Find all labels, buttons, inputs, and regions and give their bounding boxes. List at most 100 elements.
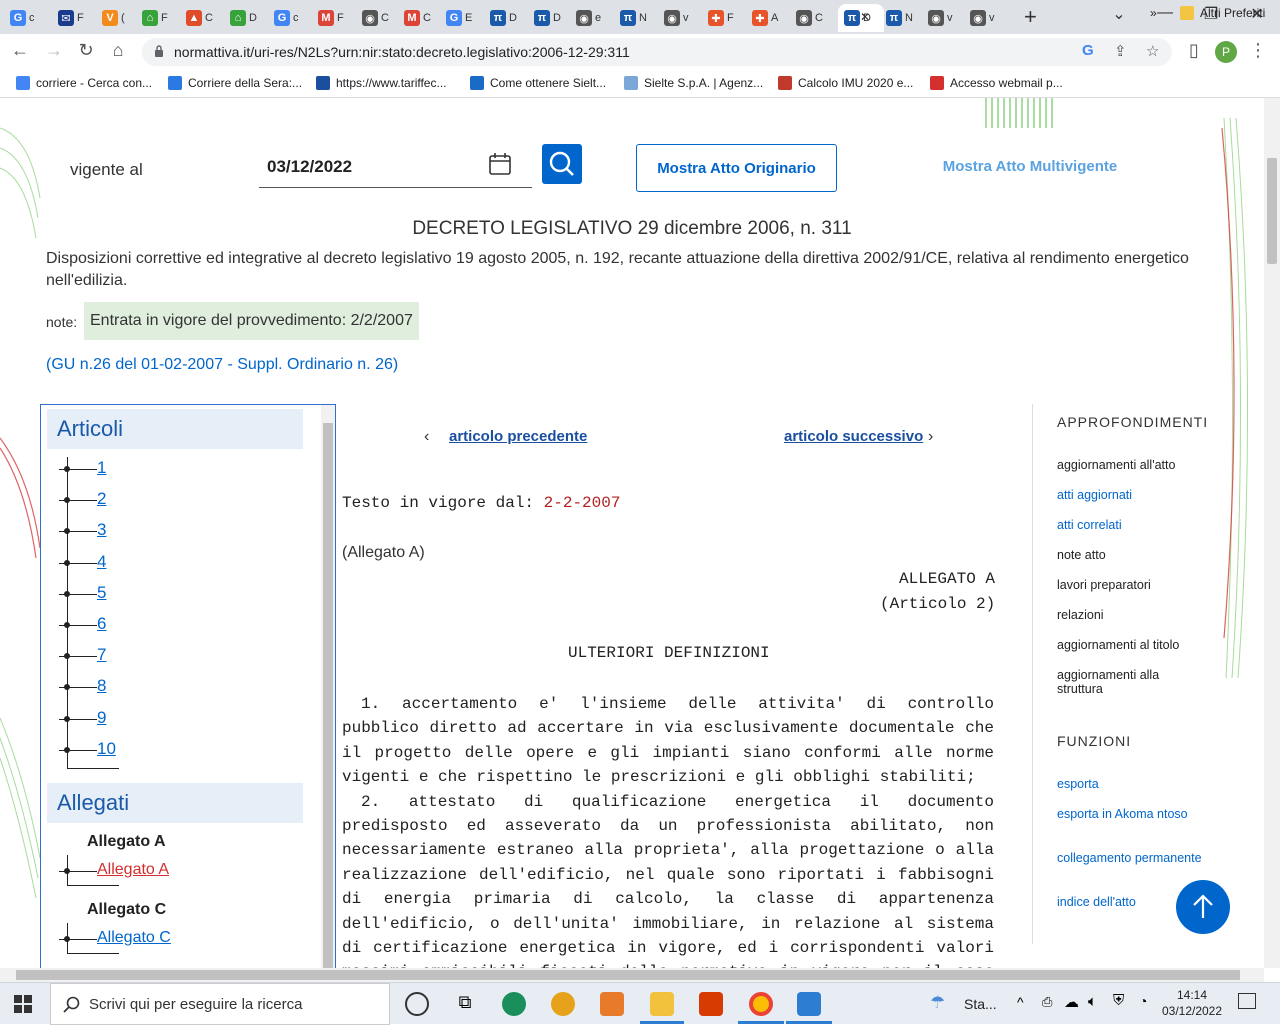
browser-tab[interactable]: ✚ A <box>746 4 780 32</box>
gazzetta-ufficiale-link[interactable]: (GU n.26 del 01-02-2007 - Suppl. Ordinar… <box>46 356 398 374</box>
approfondimenti-link[interactable]: atti correlati <box>1057 518 1207 532</box>
profile-avatar[interactable]: P <box>1215 41 1237 63</box>
bookmark-item[interactable]: Come ottenere Sielt... <box>470 76 606 90</box>
office-icon[interactable] <box>699 992 723 1016</box>
article-link[interactable]: 3 <box>97 520 106 540</box>
bookmark-item[interactable]: Calcolo IMU 2020 e... <box>778 76 913 90</box>
page-horizontal-scrollbar[interactable] <box>0 968 1264 982</box>
browser-tab[interactable]: ▲ C <box>180 4 214 32</box>
panel-scrollbar-thumb[interactable] <box>323 423 333 968</box>
media-player-icon[interactable] <box>600 992 624 1016</box>
scroll-to-top-button[interactable] <box>1176 880 1230 934</box>
browser-tab[interactable]: MF <box>312 4 346 32</box>
browser-tab[interactable]: MC <box>398 4 432 32</box>
browser-tab[interactable]: ◉ e <box>570 4 604 32</box>
approfondimenti-link[interactable]: aggiornamenti alla struttura <box>1057 668 1207 696</box>
date-input[interactable]: 03/12/2022 <box>259 146 532 188</box>
task-view-icon[interactable]: ⧉ <box>453 992 477 1016</box>
chevron-left-icon[interactable]: ‹ <box>424 428 429 446</box>
address-bar[interactable]: normattiva.it/uri-res/N2Ls?urn:nir:stato… <box>142 38 1172 66</box>
approfondimenti-link[interactable]: aggiornamenti all'atto <box>1057 458 1207 472</box>
device-icon[interactable]: ⎙ <box>1042 994 1052 1010</box>
bookmarks-more-button[interactable]: » <box>1150 6 1157 20</box>
date-value[interactable]: 03/12/2022 <box>267 157 352 177</box>
menu-icon[interactable]: ⋮ <box>1246 40 1270 61</box>
browser-tab[interactable]: ⌂ F <box>136 4 170 32</box>
onedrive-icon[interactable]: ☁ <box>1064 993 1079 1011</box>
approfondimenti-link[interactable]: lavori preparatori <box>1057 578 1207 592</box>
taskbar-search-box[interactable]: Scrivi qui per eseguire la ricerca <box>50 983 390 1025</box>
forward-icon[interactable]: → <box>42 40 66 61</box>
browser-tab[interactable]: πD <box>484 4 518 32</box>
browser-tab[interactable]: Gc <box>268 4 302 32</box>
page-vertical-scrollbar[interactable] <box>1264 98 1280 968</box>
search-button[interactable] <box>542 144 582 184</box>
norton-icon[interactable] <box>551 992 575 1016</box>
browser-tab[interactable]: ◉ C <box>790 4 824 32</box>
google-translate-icon[interactable]: G <box>1082 42 1094 59</box>
show-multivigente-act-button[interactable]: Mostra Atto Multivigente <box>920 158 1140 175</box>
show-original-act-button[interactable]: Mostra Atto Originario <box>636 144 837 192</box>
allegato-link[interactable]: Allegato A <box>97 861 169 879</box>
url-text[interactable]: normattiva.it/uri-res/N2Ls?urn:nir:stato… <box>174 44 630 60</box>
chevron-right-icon[interactable]: › <box>928 428 933 446</box>
approfondimenti-link[interactable]: aggiornamenti al titolo <box>1057 638 1207 652</box>
browser-tab[interactable]: ✉ F <box>52 4 86 32</box>
approfondimenti-link[interactable]: atti aggiornati <box>1057 488 1207 502</box>
funzioni-link[interactable]: collegamento permanente <box>1057 851 1207 865</box>
browser-tab[interactable]: GE <box>440 4 474 32</box>
article-link[interactable]: 5 <box>97 583 106 603</box>
browser-tab[interactable]: ⌂ D <box>224 4 258 32</box>
file-explorer-icon[interactable] <box>650 992 674 1016</box>
wifi-icon[interactable]: ◔ <box>1139 993 1147 1009</box>
approfondimenti-link[interactable]: note atto <box>1057 548 1207 562</box>
funzioni-link[interactable]: esporta <box>1057 777 1207 791</box>
browser-tab[interactable]: ◉ v <box>922 4 956 32</box>
weather-icon[interactable]: ☂ <box>930 993 945 1013</box>
tab-search-icon[interactable]: ⌄ <box>1104 4 1134 24</box>
taskbar-search-placeholder[interactable]: Scrivi qui per eseguire la ricerca <box>89 996 302 1013</box>
article-link[interactable]: 7 <box>97 645 106 665</box>
funzioni-link[interactable]: esporta in Akoma ntoso <box>1057 807 1207 821</box>
volume-icon[interactable]: 🔈︎ <box>1088 993 1097 1010</box>
bookmark-item[interactable]: Sielte S.p.A. | Agenz... <box>624 76 763 90</box>
bookmark-star-icon[interactable]: ☆ <box>1146 42 1159 60</box>
home-icon[interactable]: ⌂ <box>106 40 130 61</box>
back-icon[interactable]: ← <box>8 40 32 61</box>
previous-article-link[interactable]: articolo precedente <box>449 428 587 445</box>
article-link[interactable]: 8 <box>97 676 106 696</box>
photos-icon[interactable] <box>797 992 821 1016</box>
edge-icon[interactable] <box>502 992 526 1016</box>
show-hidden-icons[interactable]: ^ <box>1017 994 1024 1010</box>
weather-label[interactable]: Sta... <box>964 996 997 1012</box>
allegato-link[interactable]: Allegato C <box>97 929 171 947</box>
bookmark-item[interactable]: Accesso webmail p... <box>930 76 1063 90</box>
bookmark-item[interactable]: corriere - Cerca con... <box>16 76 152 90</box>
approfondimenti-link[interactable]: relazioni <box>1057 608 1207 622</box>
chrome-icon[interactable] <box>749 992 773 1016</box>
article-link[interactable]: 10 <box>97 739 116 759</box>
article-link[interactable]: 6 <box>97 614 106 634</box>
bookmark-item[interactable]: Corriere della Sera:... <box>168 76 302 90</box>
bookmark-item[interactable]: https://www.tariffec... <box>316 76 446 90</box>
cortana-icon[interactable] <box>405 992 429 1016</box>
security-shield-icon[interactable]: ⛨ <box>1113 992 1124 1009</box>
browser-tab[interactable]: πN <box>614 4 648 32</box>
calendar-icon[interactable] <box>488 152 512 176</box>
panel-scrollbar[interactable] <box>321 405 335 968</box>
side-panel-icon[interactable]: ▯ <box>1182 40 1206 61</box>
other-bookmarks-folder[interactable]: Altri Preferiti <box>1180 6 1265 20</box>
horizontal-scrollbar-thumb[interactable] <box>16 970 1240 980</box>
notifications-icon[interactable] <box>1238 993 1256 1009</box>
windows-start-icon[interactable] <box>14 995 32 1013</box>
browser-tab[interactable]: V( <box>96 4 130 32</box>
browser-tab[interactable]: πD <box>528 4 562 32</box>
article-link[interactable]: 4 <box>97 552 106 572</box>
share-icon[interactable]: ⇪ <box>1114 42 1127 60</box>
close-tab-icon[interactable]: ✕ <box>860 10 870 24</box>
browser-tab[interactable]: ✚ F <box>702 4 736 32</box>
article-link[interactable]: 1 <box>97 458 106 478</box>
browser-tab[interactable]: ◉ C <box>356 4 390 32</box>
reload-icon[interactable]: ↻ <box>74 40 98 61</box>
vertical-scrollbar-thumb[interactable] <box>1267 158 1277 264</box>
